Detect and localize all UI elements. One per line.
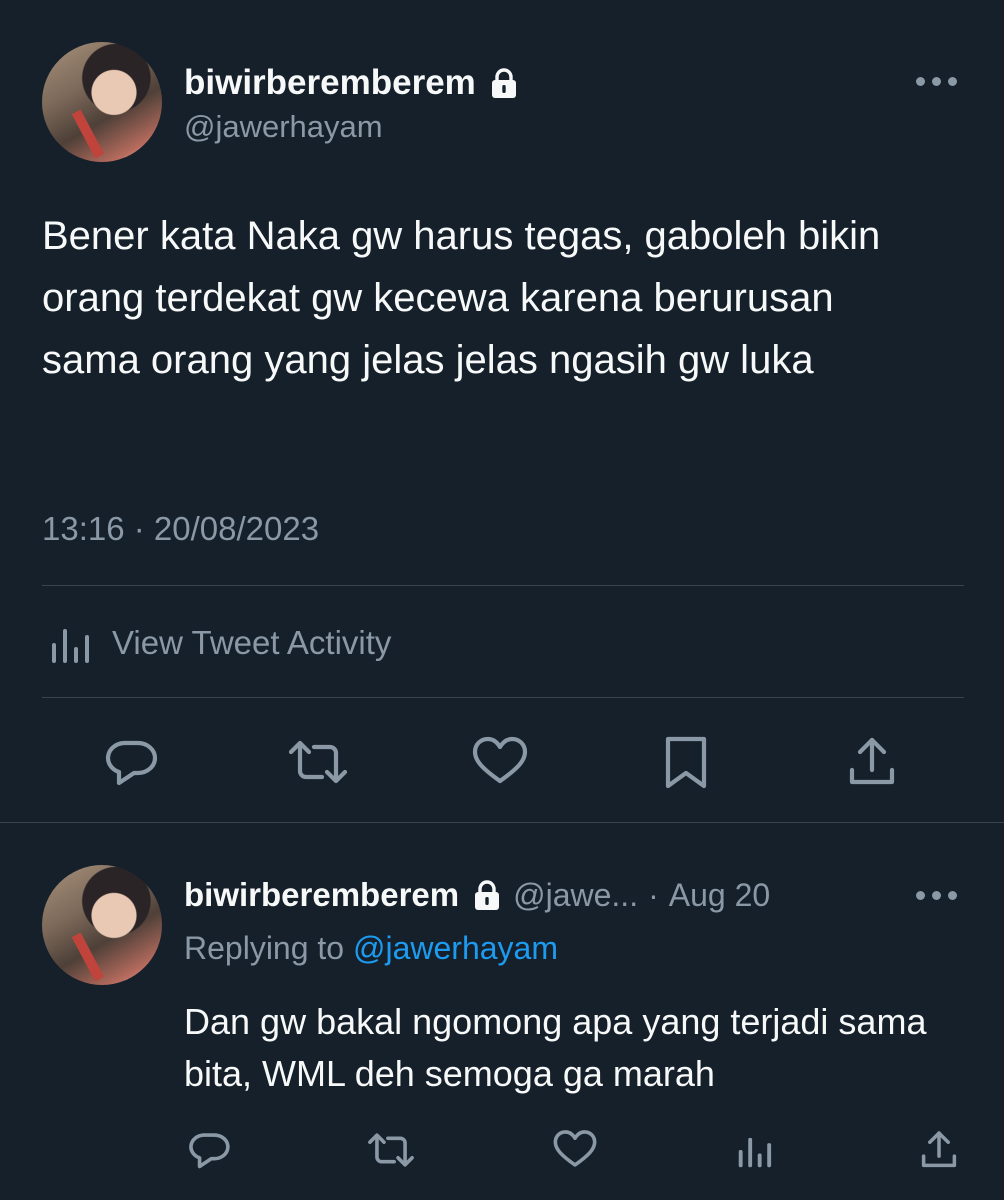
- replying-to: Replying to @jawerhayam: [184, 928, 558, 968]
- replying-to-label: Replying to: [184, 930, 345, 966]
- view-tweet-activity-link[interactable]: View Tweet Activity: [42, 618, 391, 668]
- reply-header-row: biwirberemberem @jawe... · Aug 20: [184, 874, 770, 916]
- replying-to-handle[interactable]: @jawerhayam: [353, 930, 558, 966]
- author-display-name[interactable]: biwirberemberem: [184, 63, 476, 103]
- author-display-name[interactable]: biwirberemberem: [184, 876, 459, 914]
- avatar[interactable]: [42, 42, 162, 162]
- divider: [42, 697, 964, 698]
- share-icon[interactable]: [846, 734, 898, 790]
- analytics-icon: [50, 621, 94, 665]
- author-name-row: biwirberemberem: [184, 62, 518, 104]
- divider: [42, 585, 964, 586]
- meta-separator: ·: [648, 876, 659, 913]
- bookmark-icon[interactable]: [663, 734, 709, 790]
- lock-icon: [473, 879, 501, 911]
- reply-icon[interactable]: [103, 734, 159, 790]
- tweet-separator: [0, 822, 1004, 823]
- author-handle[interactable]: @jawerhayam: [184, 108, 383, 146]
- author-handle[interactable]: @jawe...: [513, 877, 638, 914]
- like-icon[interactable]: [552, 1128, 598, 1172]
- reply-icon[interactable]: [187, 1128, 231, 1172]
- like-icon[interactable]: [471, 734, 529, 790]
- view-tweet-activity-label: View Tweet Activity: [112, 624, 392, 661]
- share-icon[interactable]: [919, 1128, 959, 1172]
- more-icon[interactable]: [916, 77, 957, 86]
- tweet-text: Bener kata Naka gw harus tegas, gaboleh …: [42, 214, 881, 382]
- tweet-date[interactable]: Aug 20: [669, 877, 770, 914]
- avatar[interactable]: [42, 865, 162, 985]
- tweet-text: Dan gw bakal ngomong apa yang terjadi sa…: [184, 1001, 927, 1094]
- analytics-icon[interactable]: [737, 1130, 775, 1170]
- lock-icon: [490, 67, 518, 99]
- more-icon[interactable]: [916, 891, 957, 900]
- retweet-icon[interactable]: [286, 734, 350, 790]
- retweet-icon[interactable]: [366, 1128, 416, 1172]
- tweet-timestamp[interactable]: 13:16 · 20/08/2023: [42, 507, 319, 551]
